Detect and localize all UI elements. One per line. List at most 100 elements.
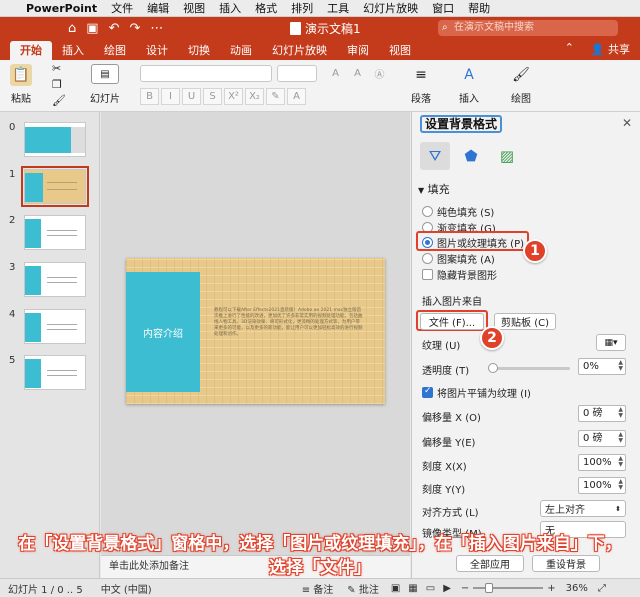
picture-icon[interactable]: ▨ (492, 142, 522, 170)
app-menu[interactable]: PowerPoint (26, 2, 97, 15)
language-indicator[interactable]: 中文 (中国) (101, 581, 152, 596)
collapse-ribbon-icon[interactable]: ⌃ (565, 41, 574, 54)
close-icon[interactable]: ✕ (622, 116, 632, 130)
copy-icon[interactable]: ❐ (52, 78, 62, 91)
scale-y-input[interactable]: 100% ▲ ▼ (578, 477, 626, 494)
tile-option[interactable]: 将图片平铺为纹理 (I) (422, 385, 531, 400)
scale-x-input[interactable]: 100% ▲ ▼ (578, 454, 626, 471)
slide-thumbnail-5[interactable] (24, 355, 86, 390)
transparency-input[interactable]: 0% ▲ ▼ (578, 358, 626, 375)
menu-edit[interactable]: 编辑 (147, 0, 169, 16)
more-icon[interactable]: ⋯ (150, 21, 163, 36)
superscript-icon[interactable]: X² (224, 88, 243, 105)
tab-slideshow[interactable]: 幻灯片放映 (262, 41, 337, 60)
pattern-fill-option[interactable]: 图案填充 (A) (422, 251, 495, 266)
slideshow-icon[interactable]: ▶ (443, 583, 451, 594)
fit-window-icon[interactable]: ⤢ (598, 583, 606, 594)
menu-help[interactable]: 帮助 (468, 0, 490, 16)
slide-thumbnail-3[interactable] (24, 262, 86, 297)
grow-font-icon[interactable]: A (326, 65, 345, 82)
slide-thumbnail-2[interactable] (24, 215, 86, 250)
slide-body-text[interactable]: 教程可以下载After Effects2021直装版！Adobe ae 2021… (214, 308, 364, 338)
reading-view-icon[interactable]: ▭ (426, 583, 435, 594)
tab-animations[interactable]: 动画 (220, 41, 262, 60)
zoom-out-icon[interactable]: − (461, 583, 469, 594)
tab-home[interactable]: 开始 (10, 41, 52, 60)
tab-review[interactable]: 审阅 (337, 41, 379, 60)
clear-format-icon[interactable]: Ⓐ (370, 65, 389, 82)
clipboard-button[interactable]: 剪贴板 (C) (494, 313, 556, 330)
font-color-icon[interactable]: A (287, 88, 306, 105)
format-painter-icon[interactable]: 🖌 (52, 94, 66, 107)
solid-fill-radio[interactable] (422, 206, 433, 217)
highlight-icon[interactable]: ✎ (266, 88, 285, 105)
share-button[interactable]: 👤 共享 (591, 41, 630, 57)
underline-icon[interactable]: U (182, 88, 201, 105)
menu-slideshow[interactable]: 幻灯片放映 (363, 0, 418, 16)
offset-x-input[interactable]: 0 磅 ▲ ▼ (578, 405, 626, 422)
paragraph-button[interactable]: ≡ 段落 (410, 64, 432, 105)
cut-icon[interactable]: ✂ (52, 62, 61, 75)
menu-file[interactable]: 文件 (111, 0, 133, 16)
notes-button[interactable]: ≡ 备注 (302, 581, 334, 596)
menu-window[interactable]: 窗口 (432, 0, 454, 16)
draw-button[interactable]: 🖌 绘图 (510, 64, 532, 105)
undo-icon[interactable]: ↶ (109, 21, 120, 36)
strikethrough-icon[interactable]: S (203, 88, 222, 105)
stepper-icon[interactable]: ▲ ▼ (618, 456, 623, 468)
stepper-icon[interactable]: ▲ ▼ (618, 360, 623, 372)
fill-bucket-icon[interactable]: ⛛ (420, 142, 450, 170)
current-slide[interactable]: 内容介绍 教程可以下载After Effects2021直装版！Adobe ae… (126, 258, 385, 404)
save-icon[interactable]: ▣ (86, 21, 98, 36)
slider-handle[interactable] (488, 363, 498, 373)
hide-background-checkbox[interactable] (422, 269, 433, 280)
slide-title-box[interactable]: 内容介绍 (126, 272, 200, 392)
zoom-slider[interactable] (473, 583, 544, 593)
alignment-select[interactable]: 左上对齐 ⬍ (540, 500, 626, 517)
menu-arrange[interactable]: 排列 (291, 0, 313, 16)
tab-design[interactable]: 设计 (136, 41, 178, 60)
tab-transitions[interactable]: 切换 (178, 41, 220, 60)
fill-section-header[interactable]: ▼ 填充 (418, 181, 450, 197)
comments-button[interactable]: ✎ 批注 (347, 581, 379, 596)
bold-icon[interactable]: B (140, 88, 159, 105)
search-input[interactable]: ⌕ 在演示文稿中搜索 (438, 20, 618, 36)
stepper-icon[interactable]: ▲ ▼ (618, 432, 623, 444)
solid-fill-option[interactable]: 纯色填充 (S) (422, 204, 494, 219)
redo-icon[interactable]: ↷ (129, 21, 140, 36)
shrink-font-icon[interactable]: A (348, 65, 367, 82)
hide-background-option[interactable]: 隐藏背景图形 (422, 267, 497, 282)
texture-picker[interactable]: ▦▾ (596, 334, 626, 351)
zoom-handle[interactable] (485, 583, 494, 593)
file-button[interactable]: 文件 (F)... (420, 313, 484, 330)
slide-thumbnail-1[interactable] (21, 166, 89, 207)
stepper-icon[interactable]: ▲ ▼ (618, 407, 623, 419)
new-slide-button[interactable]: ▤ 幻灯片 (90, 64, 120, 105)
subscript-icon[interactable]: X₂ (245, 88, 264, 105)
paste-button[interactable]: 📋 粘贴 (10, 64, 32, 105)
slide-thumbnail-0[interactable] (24, 122, 86, 157)
font-size-select[interactable] (277, 65, 317, 82)
effects-pentagon-icon[interactable]: ⬟ (456, 142, 486, 170)
menu-tools[interactable]: 工具 (327, 0, 349, 16)
menu-view[interactable]: 视图 (183, 0, 205, 16)
italic-icon[interactable]: I (161, 88, 180, 105)
transparency-slider[interactable] (488, 363, 570, 373)
font-family-select[interactable] (140, 65, 272, 82)
insert-button[interactable]: A 插入 (458, 64, 480, 105)
zoom-level[interactable]: 36% (566, 583, 588, 594)
menu-format[interactable]: 格式 (255, 0, 277, 16)
menu-insert[interactable]: 插入 (219, 0, 241, 16)
slide-sorter-icon[interactable]: ▦ (408, 583, 417, 594)
picture-fill-radio[interactable] (422, 237, 433, 248)
slide-thumbnail-4[interactable] (24, 309, 86, 344)
home-icon[interactable]: ⌂ (68, 21, 76, 36)
zoom-in-icon[interactable]: + (547, 583, 555, 594)
tile-checkbox[interactable] (422, 386, 433, 398)
pattern-fill-radio[interactable] (422, 253, 433, 264)
tab-insert[interactable]: 插入 (52, 41, 94, 60)
tab-view[interactable]: 视图 (379, 41, 421, 60)
tab-draw[interactable]: 绘图 (94, 41, 136, 60)
picture-fill-option[interactable]: 图片或纹理填充 (P) (422, 235, 524, 250)
offset-y-input[interactable]: 0 磅 ▲ ▼ (578, 430, 626, 447)
